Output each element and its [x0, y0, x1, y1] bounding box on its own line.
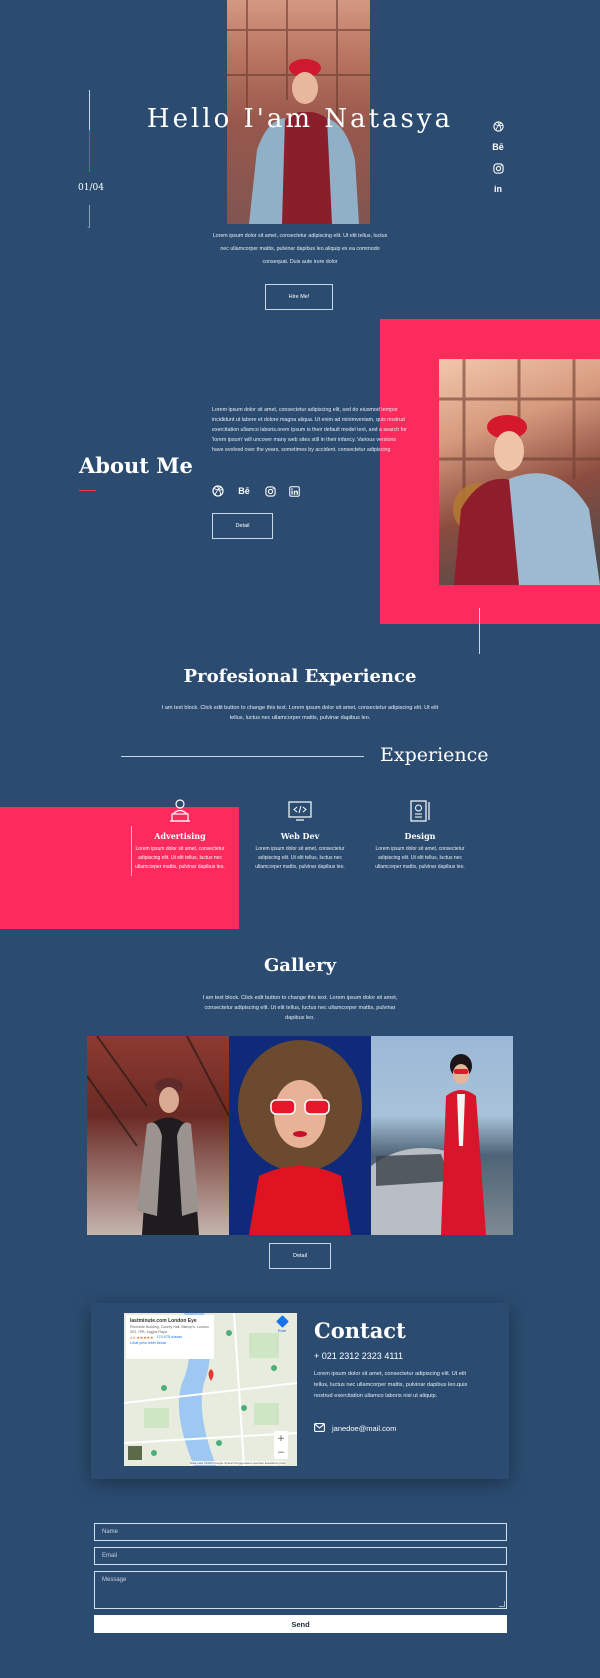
about-title: About Me [79, 453, 193, 478]
slide-counter: 01/04 [78, 183, 104, 193]
about-text: Lorem ipsum dolor sit amet, consectetur … [212, 407, 407, 453]
dribbble-icon[interactable] [212, 485, 224, 497]
experience-item-text: Lorem ipsum dolor sit amet, consectetur … [375, 846, 465, 870]
about-title-underline [79, 490, 96, 491]
experience-item-title: Web Dev [280, 831, 320, 841]
experience-item-webdev: Web Dev Lorem ipsum dolor sit amet, cons… [245, 798, 355, 872]
contact-email[interactable]: janedoe@mail.com [332, 1424, 396, 1433]
design-icon [365, 798, 475, 826]
instagram-icon[interactable] [264, 485, 276, 497]
instagram-icon[interactable] [492, 162, 504, 174]
contact-map[interactable]: + − lastminute.com London Eye Riverside … [124, 1313, 297, 1466]
map-place-name: lastminute.com London Eye [130, 1318, 197, 1324]
map-reviews-link[interactable]: 174.575 ulasan [156, 1335, 182, 1340]
contact-email-row: janedoe@mail.com [314, 1419, 396, 1437]
map-route-label: Rute [277, 1328, 287, 1333]
about-divider-line [479, 608, 480, 654]
directions-icon [275, 1315, 289, 1328]
contact-text: Lorem ipsum dolor sit amet, consectetur … [314, 1371, 468, 1399]
svg-text:+: + [277, 1434, 285, 1444]
experience-item-text: Lorem ipsum dolor sit amet, consectetur … [255, 846, 345, 870]
web-dev-icon [245, 798, 355, 826]
send-button[interactable]: Send [94, 1615, 507, 1633]
slide-indicator-active [89, 130, 90, 172]
experience-item-title: Design [404, 831, 436, 841]
hire-me-button[interactable]: Hire Me! [265, 284, 333, 310]
about-social: Bē [212, 485, 300, 497]
map-footer: Data peta ©2023 Google Syarat Penggunaan… [190, 1461, 286, 1465]
svg-text:−: − [277, 1448, 285, 1458]
gallery-detail-button[interactable]: Detail [269, 1243, 331, 1269]
experience-label: Experience [380, 744, 489, 766]
behance-icon[interactable]: Bē [236, 485, 252, 497]
map-rating: 4,5 ★★★★★ [130, 1336, 154, 1340]
about-photo [439, 359, 600, 585]
email-field[interactable]: Email [94, 1547, 507, 1565]
gallery-photo-1[interactable] [87, 1036, 229, 1235]
message-field[interactable]: Message [94, 1571, 507, 1609]
experience-item-text: Lorem ipsum dolor sit amet, consectetur … [135, 846, 225, 870]
experience-item-title: Advertising [154, 831, 206, 841]
about-detail-button[interactable]: Detail [212, 513, 273, 539]
hero-text: Lorem ipsum dolor sit amet, consectetur … [212, 233, 388, 265]
gallery-text: I am text block. Click edit button to ch… [202, 995, 398, 1021]
experience-text: I am text block. Click edit button to ch… [161, 705, 439, 721]
gallery-title: Gallery [263, 955, 337, 976]
hero-title: Hello I'am Natasya [146, 104, 454, 134]
dribbble-icon[interactable] [492, 120, 504, 132]
map-view-larger-link[interactable]: Lihat peta lebih besar [130, 1341, 210, 1345]
chevron-down-icon[interactable]: ⌄ [86, 222, 92, 230]
contact-phone: + 021 2312 2323 4111 [314, 1351, 404, 1361]
map-route-button[interactable]: Rute [270, 1315, 294, 1333]
experience-title: Profesional Experience [183, 666, 417, 687]
envelope-icon [314, 1419, 325, 1437]
experience-item-design: Design Lorem ipsum dolor sit amet, conse… [365, 798, 475, 872]
behance-icon[interactable]: Bē [492, 141, 504, 153]
contact-title: Contact [314, 1318, 406, 1343]
gallery-photo-3[interactable] [371, 1036, 513, 1235]
hero-social: Bē in [492, 120, 506, 195]
gallery-photo-2[interactable] [229, 1036, 371, 1235]
map-info-card: lastminute.com London Eye Riverside Buil… [126, 1315, 214, 1359]
experience-divider [121, 756, 364, 757]
resize-handle-icon[interactable] [499, 1601, 505, 1607]
name-field[interactable]: Name [94, 1523, 507, 1541]
linkedin-icon[interactable] [288, 485, 300, 497]
advertising-icon [125, 798, 235, 826]
map-address: Riverside Building, County Hall, Bishop'… [130, 1325, 209, 1334]
linkedin-icon[interactable]: in [492, 183, 504, 195]
experience-item-advertising: Advertising Lorem ipsum dolor sit amet, … [125, 798, 235, 872]
